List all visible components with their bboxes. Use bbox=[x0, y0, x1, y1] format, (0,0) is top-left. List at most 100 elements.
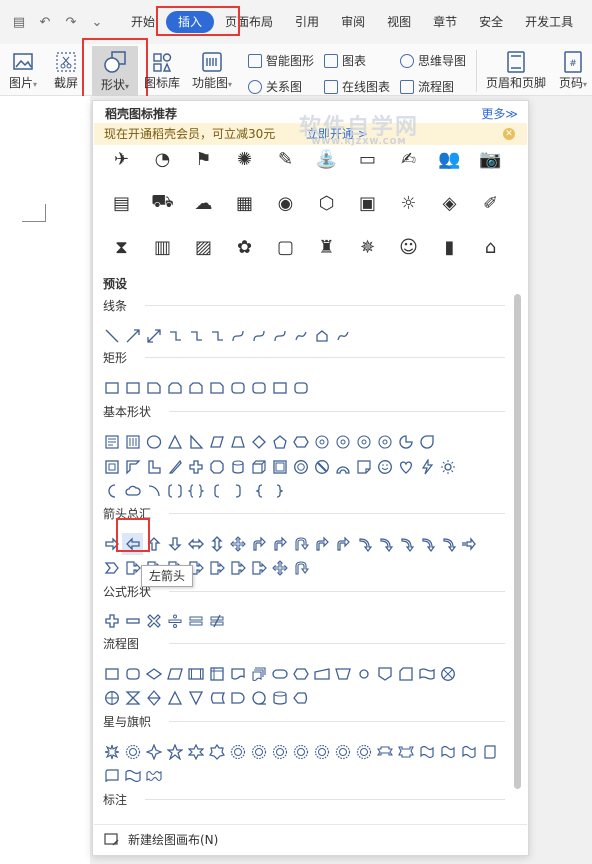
shape-cube[interactable] bbox=[248, 456, 269, 478]
chart-button[interactable]: 图表 bbox=[324, 52, 366, 69]
recommended-icon[interactable]: ⌂ bbox=[470, 225, 511, 269]
recommended-icon[interactable]: ⛲ bbox=[306, 137, 347, 181]
shape-striped[interactable] bbox=[458, 533, 479, 555]
mind-map-button[interactable]: 思维导图 bbox=[400, 52, 466, 69]
shape-fctape[interactable] bbox=[416, 663, 437, 685]
function-chart-button[interactable]: 功能图▾ bbox=[188, 50, 236, 91]
shape-fcint[interactable] bbox=[206, 663, 227, 685]
shape-plus[interactable] bbox=[185, 456, 206, 478]
shape-line[interactable] bbox=[101, 325, 122, 347]
shape-fcdoc[interactable] bbox=[227, 663, 248, 685]
shape-snip2[interactable] bbox=[164, 377, 185, 399]
recommended-icon[interactable]: ✐ bbox=[470, 181, 511, 225]
recommended-icon[interactable]: ◔ bbox=[142, 137, 183, 181]
shape-starN[interactable] bbox=[269, 741, 290, 763]
shape-fcsum[interactable] bbox=[437, 663, 458, 685]
shape-callarrow[interactable] bbox=[227, 557, 248, 579]
shape-quad[interactable] bbox=[269, 557, 290, 579]
shape-fcstored[interactable] bbox=[206, 687, 227, 709]
shape-bracketpair[interactable] bbox=[164, 480, 185, 502]
recommended-icon[interactable]: ▮ bbox=[429, 225, 470, 269]
shape-fcprep[interactable] bbox=[290, 663, 311, 685]
shape-fold[interactable] bbox=[353, 456, 374, 478]
recommended-icon[interactable]: ✈ bbox=[101, 137, 142, 181]
shape-bent[interactable] bbox=[311, 533, 332, 555]
recommended-icon[interactable]: ▢ bbox=[265, 225, 306, 269]
shape-fplus[interactable] bbox=[101, 610, 122, 632]
shape-callarrow[interactable] bbox=[122, 557, 143, 579]
shape-fccollate[interactable] bbox=[122, 687, 143, 709]
recommended-icon[interactable]: ☼ bbox=[388, 181, 429, 225]
shape-star5[interactable] bbox=[164, 741, 185, 763]
recommended-icon[interactable]: ◉ bbox=[265, 181, 306, 225]
shape-scrollh[interactable] bbox=[101, 765, 122, 787]
recommended-icon[interactable]: ▥ bbox=[142, 225, 183, 269]
shape-bevel[interactable] bbox=[269, 456, 290, 478]
more-link[interactable]: 更多≫ bbox=[481, 105, 518, 122]
recommended-icon[interactable]: ▣ bbox=[347, 181, 388, 225]
shape-arcline[interactable] bbox=[143, 480, 164, 502]
shape-num[interactable] bbox=[332, 431, 353, 453]
redo-icon[interactable]: ↷ bbox=[62, 15, 80, 30]
shape-halfframe[interactable] bbox=[122, 456, 143, 478]
screenshot-button[interactable]: 截屏 bbox=[50, 50, 82, 91]
shape-ellipse[interactable] bbox=[143, 431, 164, 453]
shape-dbl[interactable] bbox=[143, 325, 164, 347]
shape-curved[interactable] bbox=[395, 533, 416, 555]
shape-uturn[interactable] bbox=[290, 533, 311, 555]
tab-6[interactable]: 章节 bbox=[422, 11, 468, 33]
shape-fcdisplay[interactable] bbox=[290, 687, 311, 709]
shape-curved[interactable] bbox=[437, 533, 458, 555]
shape-octa[interactable] bbox=[206, 456, 227, 478]
shape-starN[interactable] bbox=[353, 741, 374, 763]
shape-rbracket[interactable] bbox=[227, 480, 248, 502]
tab-3[interactable]: 引用 bbox=[284, 11, 330, 33]
shape-snip2[interactable] bbox=[185, 377, 206, 399]
shape-elbow[interactable] bbox=[164, 325, 185, 347]
shape-pent[interactable] bbox=[269, 431, 290, 453]
shape-diamond[interactable] bbox=[248, 431, 269, 453]
undo-icon[interactable]: ↶ bbox=[36, 15, 54, 30]
recommended-icon[interactable]: ⬡ bbox=[306, 181, 347, 225]
picture-button[interactable]: 图片▾ bbox=[6, 50, 40, 91]
shape-udarrow[interactable] bbox=[206, 533, 227, 555]
shape-fccard[interactable] bbox=[395, 663, 416, 685]
shape-callarrow[interactable] bbox=[248, 557, 269, 579]
shape-sun[interactable] bbox=[437, 456, 458, 478]
tab-1[interactable]: 插入 bbox=[166, 11, 215, 33]
tab-4[interactable]: 审阅 bbox=[330, 11, 376, 33]
shape-tri[interactable] bbox=[164, 431, 185, 453]
dropdown-icon[interactable]: ⌄ bbox=[88, 15, 106, 30]
shape-lbrace[interactable] bbox=[248, 480, 269, 502]
shape-snip[interactable] bbox=[206, 377, 227, 399]
shape-fcoff[interactable] bbox=[374, 663, 395, 685]
new-canvas-button[interactable]: 新建绘图画布(N) bbox=[94, 824, 527, 854]
left-arrow-shape[interactable] bbox=[122, 533, 143, 555]
recommended-icon[interactable]: ✿ bbox=[224, 225, 265, 269]
recommended-icon[interactable]: ⚑ bbox=[183, 137, 224, 181]
recommended-icon[interactable]: ✺ bbox=[224, 137, 265, 181]
shape-lbracket[interactable] bbox=[206, 480, 227, 502]
flowchart-button[interactable]: 流程图 bbox=[400, 78, 454, 95]
shape-banner[interactable] bbox=[458, 741, 479, 763]
shape-star7[interactable] bbox=[206, 741, 227, 763]
shape-quad[interactable] bbox=[227, 533, 248, 555]
recommended-icon[interactable]: ▦ bbox=[224, 181, 265, 225]
shape-moon[interactable] bbox=[101, 480, 122, 502]
tab-2[interactable]: 页面布局 bbox=[214, 11, 284, 33]
shape-rect[interactable] bbox=[122, 377, 143, 399]
header-footer-button[interactable]: 页眉和页脚 bbox=[484, 50, 548, 91]
shape-fcconn[interactable] bbox=[353, 663, 374, 685]
shape-curve[interactable] bbox=[269, 325, 290, 347]
shape-arc[interactable] bbox=[332, 456, 353, 478]
shape-fcterm[interactable] bbox=[269, 663, 290, 685]
shape-scribble[interactable] bbox=[332, 325, 353, 347]
page-number-button[interactable]: # 页码▾ bbox=[556, 50, 590, 91]
shape-curved[interactable] bbox=[353, 533, 374, 555]
shape-fminus[interactable] bbox=[122, 610, 143, 632]
shape-fmul[interactable] bbox=[143, 610, 164, 632]
recommended-icon[interactable]: ♜ bbox=[306, 225, 347, 269]
shape-curved[interactable] bbox=[416, 533, 437, 555]
recommended-icon[interactable]: ▭ bbox=[347, 137, 388, 181]
shape-cloud[interactable] bbox=[122, 480, 143, 502]
